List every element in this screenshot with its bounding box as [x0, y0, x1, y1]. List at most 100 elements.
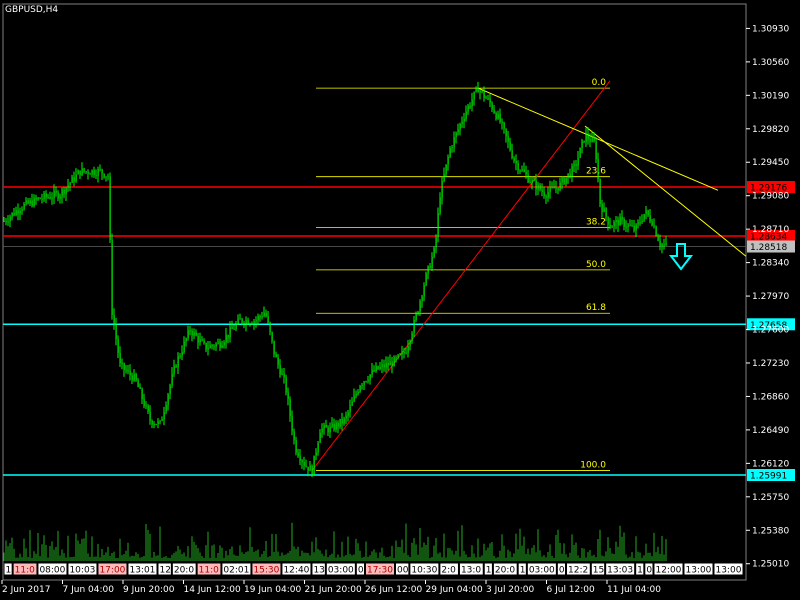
candle-body [111, 239, 113, 315]
time-tick-label: 11 Jul 04:00 [607, 585, 661, 595]
candle-body [15, 210, 17, 215]
candle-body [249, 323, 251, 325]
candle-body [415, 314, 417, 321]
candle-body [113, 314, 115, 326]
candle-body [43, 193, 45, 199]
candle-body [305, 465, 307, 467]
candle-body [535, 180, 537, 190]
candle-body [221, 345, 223, 348]
price-tick-label: 1.30930 [752, 24, 789, 34]
candle-body [115, 325, 117, 339]
price-chart[interactable]: 1.291761.286341.285181.276581.25991 0.02… [0, 0, 800, 600]
candle-body [269, 322, 271, 332]
candle-body [529, 182, 531, 184]
candle-body [287, 392, 289, 400]
time-tick-label: 29 Jun 04:00 [426, 585, 483, 595]
candle-body [75, 174, 77, 182]
candle-body [349, 405, 351, 413]
candle-body [593, 137, 595, 142]
candle-body [289, 399, 291, 417]
candle-body [71, 176, 73, 183]
candle-body [581, 140, 583, 148]
candle-body [485, 97, 487, 99]
candle-body [7, 221, 9, 223]
candle-body [301, 460, 303, 463]
candle-body [631, 225, 633, 227]
candle-body [635, 224, 637, 231]
time-label: 11:0 [15, 566, 35, 576]
candle-body [95, 174, 97, 176]
candle-body [243, 322, 245, 325]
candle-body [659, 240, 661, 247]
candle-body [343, 418, 345, 424]
candle-body [89, 173, 91, 175]
chart-title: GBPUSD,H4 [5, 5, 58, 15]
candle-body [161, 419, 163, 421]
candle-body [203, 340, 205, 343]
candle-body [611, 226, 613, 228]
candle-body [417, 311, 419, 315]
candle-body [285, 376, 287, 393]
candle-body [547, 192, 549, 198]
time-label: 20:0 [174, 566, 194, 576]
candle-body [429, 266, 431, 268]
candle-body [625, 226, 627, 228]
candle-body [539, 184, 541, 190]
time-tick-label: 6 Jul 12:00 [547, 585, 596, 595]
candle-body [239, 318, 241, 320]
time-label: 13:0 [461, 566, 481, 576]
candle-body [533, 179, 535, 181]
candle-body [643, 213, 645, 221]
candle-body [605, 208, 607, 217]
candle-body [627, 224, 629, 227]
candle-body [629, 224, 631, 226]
candle-body [409, 340, 411, 346]
time-label: 2:0 [441, 566, 456, 576]
time-label: 12:40 [283, 566, 309, 576]
candle-body [47, 197, 49, 199]
candle-body [333, 423, 335, 430]
candle-body [481, 90, 483, 92]
price-tick-label: 1.26860 [752, 392, 789, 402]
price-level-label: 1.25991 [750, 472, 787, 482]
candle-body [495, 112, 497, 119]
candle-body [369, 374, 371, 381]
price-tick-label: 1.27600 [752, 326, 789, 336]
candle-body [139, 387, 141, 389]
candle-body [81, 168, 83, 176]
candle-body [449, 148, 451, 157]
candle-body [155, 424, 157, 426]
candle-body [207, 348, 209, 350]
candle-body [641, 220, 643, 223]
time-labels: 1 11:0 08:00 10:03 17:00 13:01 12 20:0 11:0 02:01… [3, 562, 744, 576]
candle-body [143, 399, 145, 407]
candle-body [123, 363, 125, 370]
candle-body [335, 422, 337, 430]
candle-body [261, 316, 263, 318]
candle-body [361, 384, 363, 387]
candle-body [389, 361, 391, 366]
candle-body [357, 391, 359, 394]
time-label: 13:00 [715, 566, 741, 576]
price-tick-label: 1.30190 [752, 91, 789, 101]
candle-body [37, 197, 39, 200]
candle-body [55, 191, 57, 193]
candle-body [451, 147, 453, 149]
candle-body [443, 174, 445, 181]
candle-body [411, 333, 413, 341]
time-label: 15 [593, 566, 604, 576]
time-tick-label: 14 Jun 12:00 [184, 585, 241, 595]
price-tick-label: 1.28340 [752, 259, 789, 269]
candle-body [541, 189, 543, 192]
time-label: 0 [559, 566, 565, 576]
candle-body [379, 366, 381, 370]
candle-body [501, 121, 503, 123]
candle-body [471, 99, 473, 107]
candle-body [663, 244, 665, 246]
candle-body [227, 334, 229, 338]
candle-body [575, 164, 577, 166]
candle-body [121, 363, 123, 365]
time-label: 11:0 [199, 566, 219, 576]
candle-body [599, 178, 601, 205]
candle-body [435, 237, 437, 248]
